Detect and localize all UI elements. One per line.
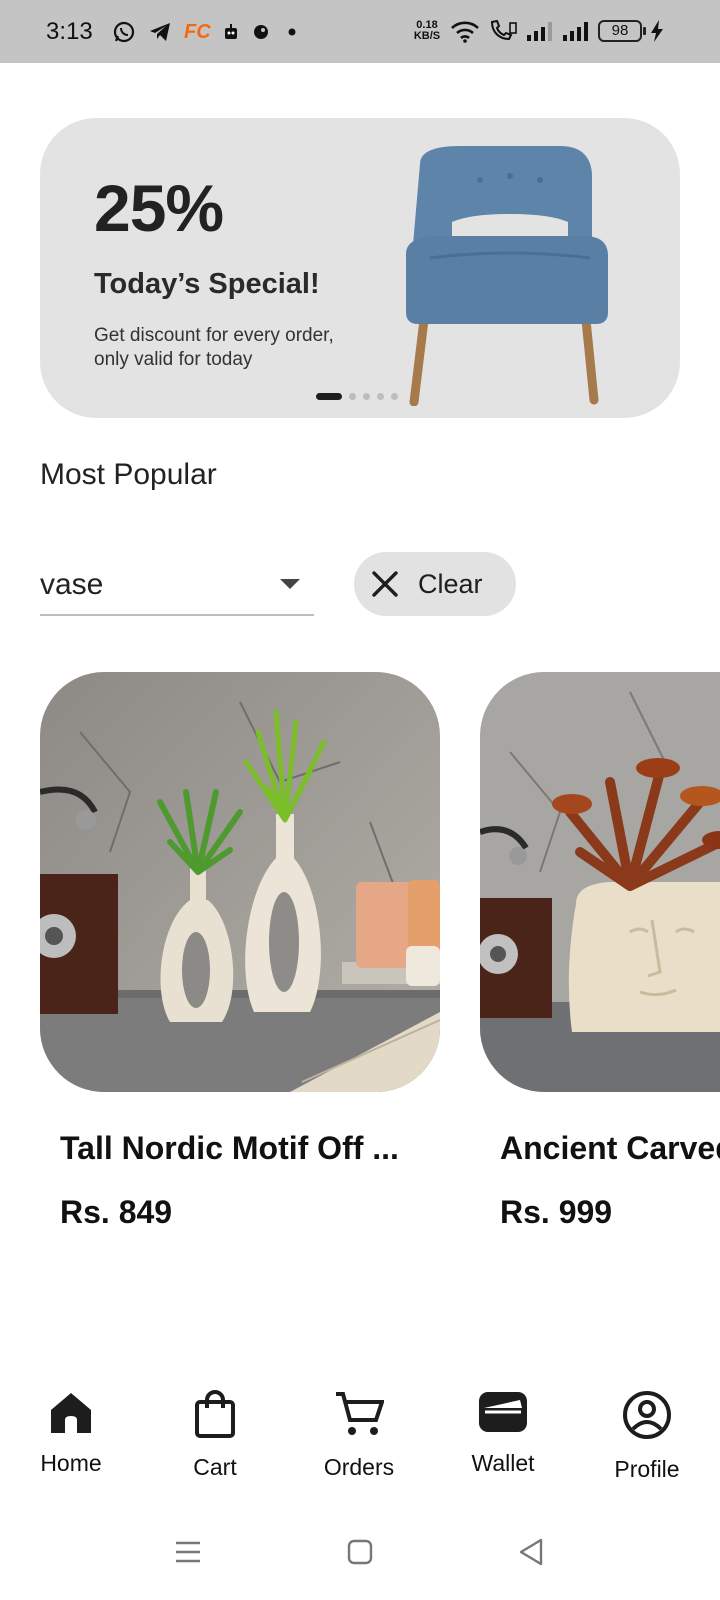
product-card[interactable]: Ancient Carved Rs. 999 [480,672,720,1272]
back-icon[interactable] [512,1532,552,1572]
nav-item-profile[interactable]: Profile [587,1380,707,1483]
home-icon [51,1393,91,1433]
nav-item-wallet[interactable]: Wallet [443,1380,563,1477]
pagination-dot[interactable] [349,393,356,400]
product-image [480,672,720,1092]
product-price: Rs. 849 [60,1194,173,1230]
signal-1-icon [527,22,552,41]
shopping-bag-icon [195,1390,235,1438]
dropdown-value: vase [40,568,104,601]
telegram-icon [150,23,170,41]
bottom-navigation: Home Cart Orders Wallet Profile [0,1380,720,1490]
product-name: Tall Nordic Motif Off ... [60,1130,399,1166]
charging-icon [651,20,663,42]
banner-discount: 25% [94,171,224,245]
nav-item-cart[interactable]: Cart [155,1380,275,1481]
banner-title: Today’s Special! [94,268,320,300]
product-image [40,672,440,1092]
wifi-icon [451,21,479,43]
banner-pagination [316,393,398,400]
wallet-icon [479,1392,527,1432]
pagination-dot[interactable] [377,393,384,400]
home-square-icon[interactable] [340,1532,380,1572]
pagination-dot[interactable] [316,393,342,400]
wifi-calling-icon [490,19,517,41]
whatsapp-icon [113,21,135,43]
close-icon [372,571,398,597]
cart-icon [336,1392,384,1435]
clear-filter-button[interactable]: Clear [354,552,516,616]
robot-icon [224,24,237,39]
pagination-dot[interactable] [391,393,398,400]
chevron-down-icon [280,579,300,589]
battery-indicator: 98 [598,20,646,42]
status-bar: 3:13 FC 0.18 KB/S 98 [0,0,720,63]
system-navigation-bar [0,1520,720,1590]
product-card[interactable]: Tall Nordic Motif Off ... Rs. 849 [40,672,440,1230]
app-icon [253,25,268,39]
nav-item-home[interactable]: Home [11,1380,131,1477]
armchair-image [406,146,608,406]
nav-label: Wallet [471,1450,535,1476]
nav-label: Home [40,1450,102,1476]
promo-banner[interactable]: 25% Today’s Special! Get discount for ev… [40,118,680,418]
status-time: 3:13 [46,18,93,45]
system-status-icons: 0.18 KB/S 98 [412,16,664,46]
nav-label: Cart [193,1454,237,1480]
banner-description: Get discount for every order, only valid… [94,325,334,370]
clear-label: Clear [418,568,483,599]
product-name: Ancient Carved [500,1130,720,1166]
profile-icon [623,1391,671,1439]
notification-icons: FC [112,18,301,46]
pagination-dot[interactable] [363,393,370,400]
nav-label: Orders [323,1454,395,1480]
category-dropdown[interactable]: vase [40,552,314,616]
nav-item-orders[interactable]: Orders [299,1380,419,1481]
fc-app-icon: FC [184,20,211,43]
net-speed: 0.18 KB/S [413,19,441,42]
more-dot-icon [288,28,296,36]
nav-label: Profile [614,1456,680,1482]
product-price: Rs. 999 [500,1194,613,1230]
section-title: Most Popular [40,458,217,491]
menu-icon[interactable] [168,1532,208,1572]
signal-2-icon [563,22,588,41]
